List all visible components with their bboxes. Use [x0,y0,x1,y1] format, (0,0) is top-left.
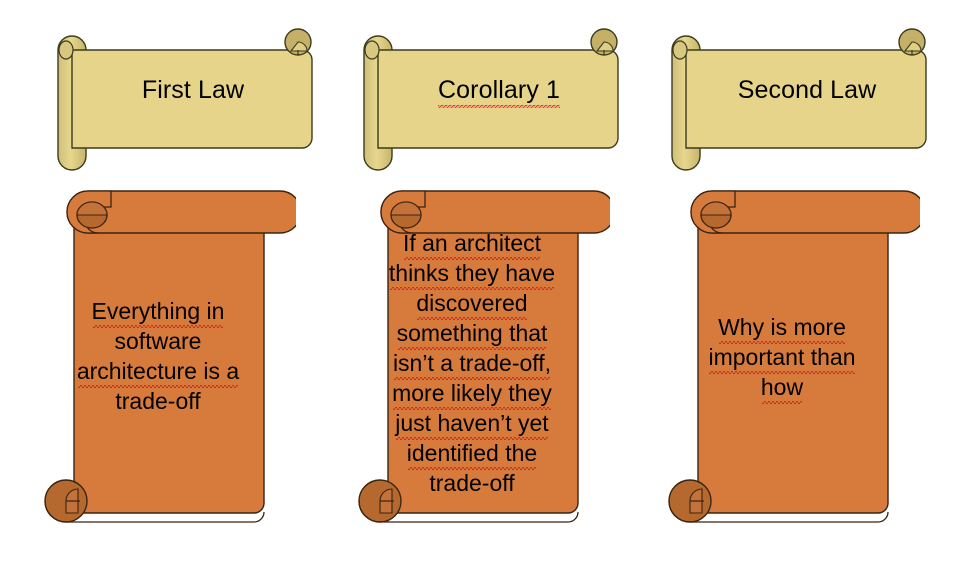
body-scroll-corollary-1[interactable]: If an architect thinks they have discove… [350,183,610,533]
slide-canvas: First Law Everything in software archite… [0,0,970,568]
title-scroll-shape [363,28,619,171]
title-scroll-shape [57,28,313,171]
body-scroll-shape [668,190,920,523]
title-scroll-second-law[interactable]: Second Law [658,28,940,178]
body-scroll-first-law[interactable]: Everything in software architecture is a… [36,183,296,533]
body-scroll-second-law[interactable]: Why is more important than how [660,183,920,533]
title-scroll-shape [671,28,927,171]
title-scroll-corollary-1[interactable]: Corollary 1 [350,28,632,178]
title-scroll-first-law[interactable]: First Law [44,28,326,178]
body-scroll-shape [358,190,610,523]
body-scroll-shape [44,190,296,523]
